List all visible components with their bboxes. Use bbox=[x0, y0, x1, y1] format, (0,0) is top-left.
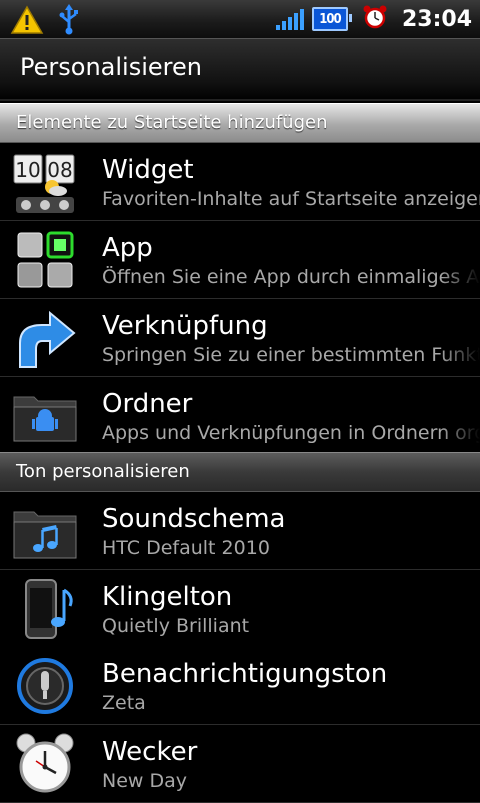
list-item-subtitle: New Day bbox=[102, 770, 187, 792]
widget-clock-icon: 10 08 bbox=[12, 149, 78, 215]
list-item-alarm[interactable]: Wecker New Day bbox=[0, 725, 480, 803]
list-item-shortcut[interactable]: Verknüpfung Springen Sie zu einer bestim… bbox=[0, 299, 480, 377]
usb-icon bbox=[58, 4, 80, 40]
app-grid-icon bbox=[12, 227, 78, 293]
alarm-clock-icon bbox=[12, 731, 78, 797]
list-item-subtitle: Springen Sie zu einer bestimmten Funkt bbox=[102, 344, 480, 366]
title-bar: Personalisieren bbox=[0, 39, 480, 101]
sound-folder-icon bbox=[12, 498, 78, 564]
list-item-title: Klingelton bbox=[102, 582, 233, 612]
battery-icon: 100 bbox=[311, 7, 352, 31]
list-item-app[interactable]: App Öffnen Sie eine App durch einmaliges… bbox=[0, 221, 480, 299]
list-item-subtitle: Apps und Verknüpfungen in Ordnern orga bbox=[102, 422, 480, 444]
section-header-label: Ton personalisieren bbox=[16, 461, 190, 482]
page-title: Personalisieren bbox=[20, 53, 202, 81]
list-item-subtitle: Quietly Brilliant bbox=[102, 615, 250, 637]
list-item-widget[interactable]: 10 08 Widget Favoriten-Inhalte auf Start… bbox=[0, 143, 480, 221]
list-item-title: Verknüpfung bbox=[102, 311, 268, 341]
list-item-folder[interactable]: Ordner Apps und Verknüpfungen in Ordnern… bbox=[0, 377, 480, 455]
ringtone-phone-icon bbox=[12, 576, 78, 642]
notification-sound-icon bbox=[12, 653, 78, 719]
section-header-add-to-home: Elemente zu Startseite hinzufügen bbox=[0, 103, 480, 143]
list-item-title: Wecker bbox=[102, 737, 198, 767]
list-item-title: App bbox=[102, 233, 153, 263]
list-item-title: Ordner bbox=[102, 389, 193, 419]
list-item-subtitle: Favoriten-Inhalte auf Startseite anzeige… bbox=[102, 188, 480, 210]
list-item-title: Widget bbox=[102, 155, 194, 185]
svg-text:10: 10 bbox=[15, 158, 40, 182]
list-item-title: Soundschema bbox=[102, 504, 286, 534]
signal-icon bbox=[275, 8, 304, 30]
list-item-ringtone[interactable]: Klingelton Quietly Brilliant bbox=[0, 570, 480, 648]
status-clock: 23:04 bbox=[401, 6, 472, 32]
list-item-subtitle: Öffnen Sie eine App durch einmaliges Ar bbox=[102, 266, 480, 288]
battery-level: 100 bbox=[319, 11, 341, 27]
alarm-icon bbox=[362, 4, 388, 34]
folder-android-icon bbox=[12, 383, 78, 449]
warning-icon bbox=[10, 5, 44, 39]
shortcut-arrow-icon bbox=[12, 305, 78, 371]
list-item-notification-sound[interactable]: Benachrichtigungston Zeta bbox=[0, 647, 480, 725]
list-item-subtitle: Zeta bbox=[102, 692, 146, 714]
status-bar: 100 23:04 bbox=[0, 0, 480, 39]
list-item-sound-scheme[interactable]: Soundschema HTC Default 2010 bbox=[0, 492, 480, 570]
svg-text:08: 08 bbox=[47, 158, 72, 182]
section-header-label: Elemente zu Startseite hinzufügen bbox=[16, 112, 328, 133]
list-item-title: Benachrichtigungston bbox=[102, 659, 388, 689]
list-item-subtitle: HTC Default 2010 bbox=[102, 537, 270, 559]
section-header-sound: Ton personalisieren bbox=[0, 452, 480, 492]
